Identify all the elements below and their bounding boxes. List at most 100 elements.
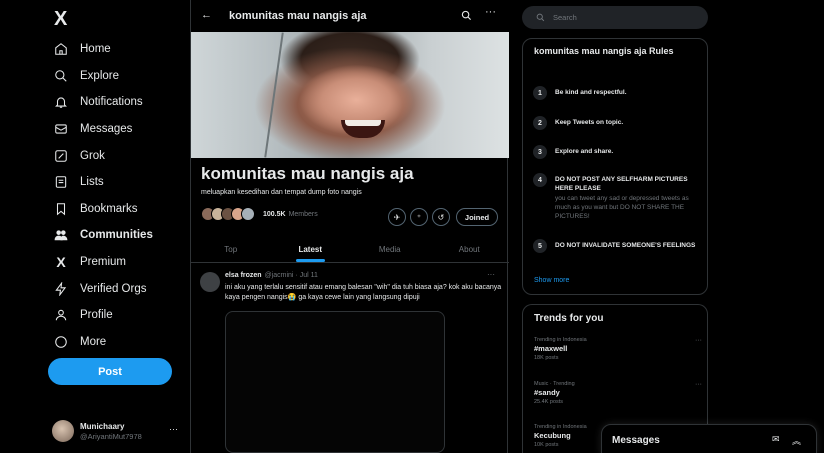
more-dots-icon[interactable]: ··· [695, 337, 702, 344]
lightning-icon [54, 281, 68, 296]
search-icon [536, 13, 545, 22]
rule-title: Explore and share. [555, 148, 614, 155]
nav-label: Premium [80, 256, 127, 269]
tweet-author[interactable]: elsa frozen @jacmini · Jul 11 [225, 272, 318, 279]
nav-label: Notifications [80, 96, 143, 109]
new-message-icon[interactable]: ✉ [772, 434, 780, 445]
right-sidebar: Search komunitas mau nangis aja Rules 1 … [522, 0, 712, 453]
tweet[interactable]: elsa frozen @jacmini · Jul 11 ··· ini aku… [191, 264, 509, 453]
community-description: meluapkan kesedihan dan tempat dump foto… [201, 189, 362, 196]
tab-top[interactable]: Top [191, 236, 271, 262]
nav-communities[interactable]: Communities [54, 222, 153, 249]
nav-label: Messages [80, 123, 133, 136]
trend-item[interactable]: Music · Trending #sandy 25.4K posts ··· [534, 381, 702, 405]
trend-tag: #sandy [534, 388, 560, 397]
nav-more[interactable]: More [54, 329, 153, 356]
person-icon [54, 308, 68, 322]
header-title: komunitas mau nangis aja [229, 10, 367, 22]
nav-premium[interactable]: X Premium [54, 249, 153, 276]
nav-label: Communities [80, 229, 153, 242]
rule-title: DO NOT INVALIDATE SOMEONE'S FEELINGS [555, 242, 696, 249]
rule-item: 5 DO NOT INVALIDATE SOMEONE'S FEELINGS [533, 239, 703, 253]
account-switcher[interactable]: Munichaary @AriyantiMut7978 ··· [52, 416, 188, 446]
nav-label: Profile [80, 309, 113, 322]
trend-context: Trending in Indonesia [534, 337, 587, 343]
nav-profile[interactable]: Profile [54, 302, 153, 329]
tweet-text: ini aku yang terlalu sensitif atau emang… [225, 284, 502, 301]
nav-label: Explore [80, 69, 119, 82]
list-icon [54, 175, 68, 189]
account-name: Munichaary [80, 421, 125, 431]
author-handle: @jacmini · Jul 11 [264, 272, 318, 279]
nav-label: Verified Orgs [80, 282, 147, 295]
trend-posts: 25.4K posts [534, 399, 564, 405]
avatar [52, 420, 74, 442]
rule-number: 5 [533, 239, 547, 253]
rule-title: Keep Tweets on topic. [555, 119, 624, 126]
x-logo-icon[interactable]: X [54, 8, 67, 31]
communities-icon [54, 228, 68, 242]
search-icon [54, 69, 68, 83]
nav-label: Home [80, 43, 111, 56]
tab-latest[interactable]: Latest [271, 236, 351, 262]
nav-messages[interactable]: Messages [54, 116, 153, 143]
nav-label: Grok [80, 149, 105, 162]
invite-button[interactable]: ⁺ [410, 208, 428, 226]
nav-lists[interactable]: Lists [54, 169, 153, 196]
pin-button[interactable]: ✈ [388, 208, 406, 226]
joined-button[interactable]: Joined [456, 208, 498, 226]
nav-bookmarks[interactable]: Bookmarks [54, 196, 153, 223]
account-handle: @AriyantiMut7978 [80, 431, 142, 441]
author-name: elsa frozen [225, 272, 262, 279]
post-button[interactable]: Post [48, 358, 172, 385]
community-name: komunitas mau nangis aja [201, 164, 414, 183]
nav-label: More [80, 335, 107, 348]
member-summary[interactable]: 100.5K Members [201, 207, 318, 221]
rule-item: 2 Keep Tweets on topic. [533, 116, 703, 130]
grok-icon [54, 149, 68, 163]
app-root: X Home Explore Notifications Messages Gr… [0, 0, 824, 453]
community-tabs: Top Latest Media About [191, 236, 509, 263]
rule-item: 3 Explore and share. [533, 145, 703, 159]
nav-home[interactable]: Home [54, 36, 153, 63]
nav-verified-orgs[interactable]: Verified Orgs [54, 275, 153, 302]
member-label: Members [288, 210, 318, 218]
nav-grok[interactable]: Grok [54, 142, 153, 169]
trends-title: Trends for you [534, 313, 604, 324]
rule-number: 3 [533, 145, 547, 159]
more-circle-icon [54, 335, 68, 349]
left-sidebar: X Home Explore Notifications Messages Gr… [40, 0, 188, 453]
messages-drawer[interactable]: Messages ✉ ︽ [601, 424, 817, 453]
nav-label: Bookmarks [80, 202, 138, 215]
primary-nav: Home Explore Notifications Messages Grok… [54, 36, 153, 355]
search-input[interactable]: Search [522, 6, 708, 29]
bookmark-icon [54, 202, 68, 216]
search-placeholder: Search [553, 13, 577, 22]
share-button[interactable]: ↺ [432, 208, 450, 226]
more-dots-icon[interactable]: ··· [695, 381, 702, 388]
community-banner-image [191, 32, 509, 158]
nav-explore[interactable]: Explore [54, 63, 153, 90]
messages-title: Messages [612, 435, 660, 446]
rule-number: 4 [533, 173, 547, 187]
member-avatar [241, 207, 255, 221]
nav-notifications[interactable]: Notifications [54, 89, 153, 116]
more-dots-icon[interactable]: ··· [485, 6, 496, 18]
show-more-link[interactable]: Show more [534, 277, 569, 284]
search-icon[interactable] [461, 8, 472, 26]
chevron-up-icon[interactable]: ︽ [792, 434, 801, 447]
more-dots-icon[interactable]: ··· [487, 270, 495, 279]
more-dots-icon[interactable]: ··· [169, 424, 178, 434]
trend-item[interactable]: Trending in Indonesia #maxwell 18K posts… [534, 337, 702, 361]
back-arrow-icon[interactable]: ← [201, 9, 212, 21]
rule-number: 2 [533, 116, 547, 130]
home-icon [54, 42, 68, 56]
rule-number: 1 [533, 86, 547, 100]
tab-about[interactable]: About [430, 236, 510, 262]
avatar[interactable] [200, 272, 220, 292]
tweet-media[interactable] [225, 311, 445, 453]
trend-tag: #maxwell [534, 344, 568, 353]
banner-detail [264, 32, 284, 158]
rule-item: 4 DO NOT POST ANY SELFHARM PICTURES HERE… [533, 173, 703, 221]
tab-media[interactable]: Media [350, 236, 430, 262]
